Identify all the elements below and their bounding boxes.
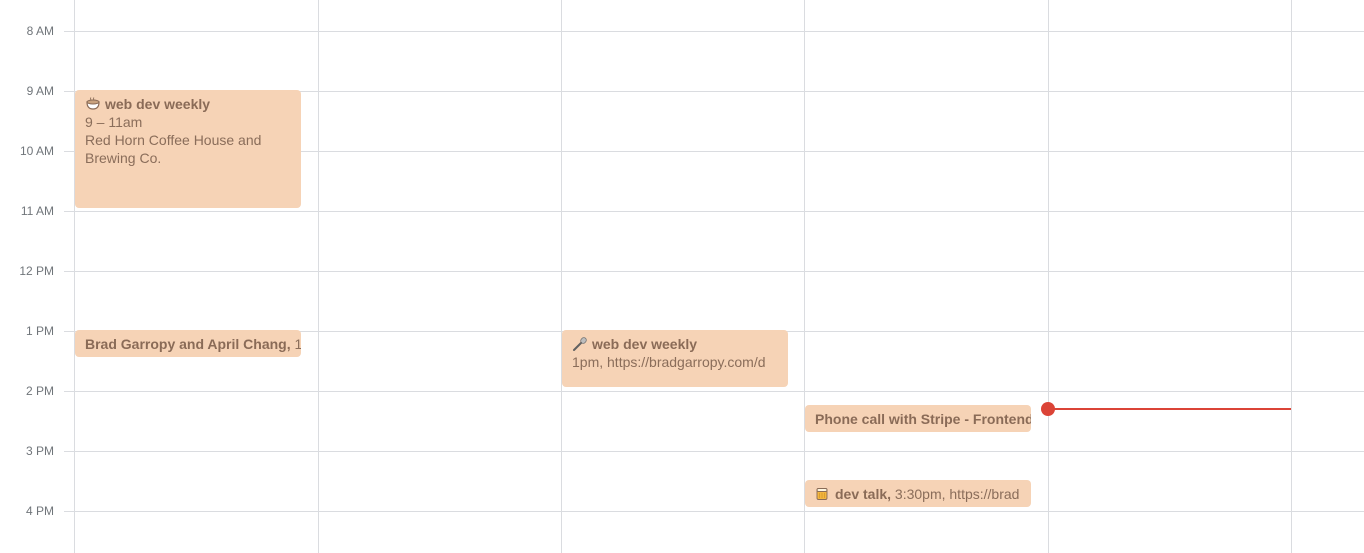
time-label-11am: 11 AM (20, 204, 54, 218)
time-label-4pm: 4 PM (25, 504, 54, 518)
event-location: Red Horn Coffee House and Brewing Co. (85, 132, 262, 166)
event-title: web dev weekly (592, 336, 698, 352)
event-detail: 1pm, https://bradgarropy.com/d (572, 354, 766, 370)
time-label-3pm: 3 PM (25, 444, 54, 458)
day-column-divider (561, 0, 562, 553)
event-web-dev-weekly-coffee[interactable]: web dev weekly 9 – 11am Red Horn Coffee … (75, 90, 301, 208)
coffee-cup-icon (86, 97, 100, 110)
hour-gridline (64, 451, 1364, 452)
time-label-8am: 8 AM (26, 24, 54, 38)
event-brad-april[interactable]: Brad Garropy and April Chang, 1 (75, 330, 301, 357)
event-title: Phone call with Stripe - Frontend (815, 411, 1031, 427)
day-column-divider (1048, 0, 1049, 553)
event-title: dev talk, (835, 486, 892, 502)
event-time: 9 – 11am (85, 114, 143, 130)
day-column-divider (74, 0, 75, 553)
event-detail: 3:30pm, https://brad (891, 486, 1020, 502)
beer-mug-icon (816, 488, 828, 500)
event-title: web dev weekly (105, 96, 211, 112)
time-label-1pm: 1 PM (25, 324, 54, 338)
event-dev-talk[interactable]: dev talk, 3:30pm, https://brad (805, 480, 1031, 507)
time-label-12pm: 12 PM (19, 264, 54, 278)
event-detail: 1 (294, 336, 302, 352)
day-column-divider (804, 0, 805, 553)
event-title: Brad Garropy and April Chang, (85, 336, 291, 352)
current-time-line (1048, 408, 1291, 410)
hour-gridline (64, 391, 1364, 392)
calendar-week-view: 8 AM 9 AM 10 AM 11 AM 12 PM 1 PM 2 PM 3 … (0, 0, 1364, 553)
microphone-icon (573, 337, 587, 351)
day-column-divider (318, 0, 319, 553)
time-label-2pm: 2 PM (25, 384, 54, 398)
event-web-dev-weekly-mic[interactable]: web dev weekly 1pm, https://bradgarropy.… (562, 330, 788, 387)
time-label-9am: 9 AM (26, 84, 54, 98)
time-label-10am: 10 AM (19, 144, 54, 158)
current-time-dot (1041, 402, 1055, 416)
hour-gridline (64, 211, 1364, 212)
hour-gridline (64, 31, 1364, 32)
hour-gridline (64, 511, 1364, 512)
hour-gridline (64, 271, 1364, 272)
event-phone-call-stripe[interactable]: Phone call with Stripe - Frontend (805, 405, 1031, 432)
day-column-divider (1291, 0, 1292, 553)
